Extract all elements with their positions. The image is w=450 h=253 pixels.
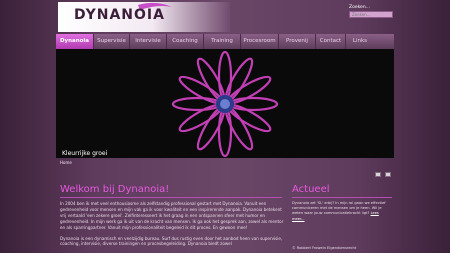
nav-item-training[interactable]: Training (204, 34, 241, 49)
nav-item-contact[interactable]: Contact (316, 34, 346, 49)
nav-item-intervisie[interactable]: Intervisie (130, 34, 167, 49)
copyright: © Robbert Frowein Eigendomsrecht (292, 246, 357, 250)
hero-caption: Kleurrijke groei (62, 150, 108, 157)
brand-name: DYNANOIA (74, 7, 165, 23)
nav-item-links[interactable]: Links (346, 34, 374, 49)
nav-item-supervisie[interactable]: Supervisie (94, 34, 130, 49)
hero-image: Kleurrijke groei (56, 49, 394, 158)
nav-item-coaching[interactable]: Coaching (167, 34, 204, 49)
print-icon[interactable] (375, 172, 381, 177)
nav-item-dynanoia[interactable]: Dynanoia (56, 34, 94, 49)
sidebar-content: Dynanoia zet 'SL' erbij? In mijn rol gaa… (292, 201, 392, 222)
main-navigation: Dynanoia Supervisie Intervisie Coaching … (56, 34, 394, 49)
flower-image (171, 50, 279, 158)
tool-icons (375, 172, 391, 177)
nav-item-procesroom[interactable]: Procesroom (241, 34, 279, 49)
breadcrumb[interactable]: Home (60, 160, 72, 165)
intro-paragraph: In 2004 ben ik met veel enthousiasme als… (60, 201, 284, 230)
search-input[interactable] (349, 11, 393, 18)
nav-item-provenij[interactable]: Provenij (279, 34, 316, 49)
page-title: Welkom bij Dynanoia! (60, 184, 170, 195)
logo[interactable]: DYNANOIA (58, 2, 230, 32)
main-content: In 2004 ben ik met veel enthousiasme als… (60, 201, 284, 252)
sidebar-title: Actueel (292, 184, 330, 195)
email-icon[interactable] (385, 172, 391, 177)
title-divider (60, 197, 282, 198)
second-paragraph: Dynanoia is een dynamisch en veelzijdig … (60, 235, 283, 247)
sidebar-divider (292, 197, 392, 198)
search-label: Zoeken... (349, 5, 370, 10)
